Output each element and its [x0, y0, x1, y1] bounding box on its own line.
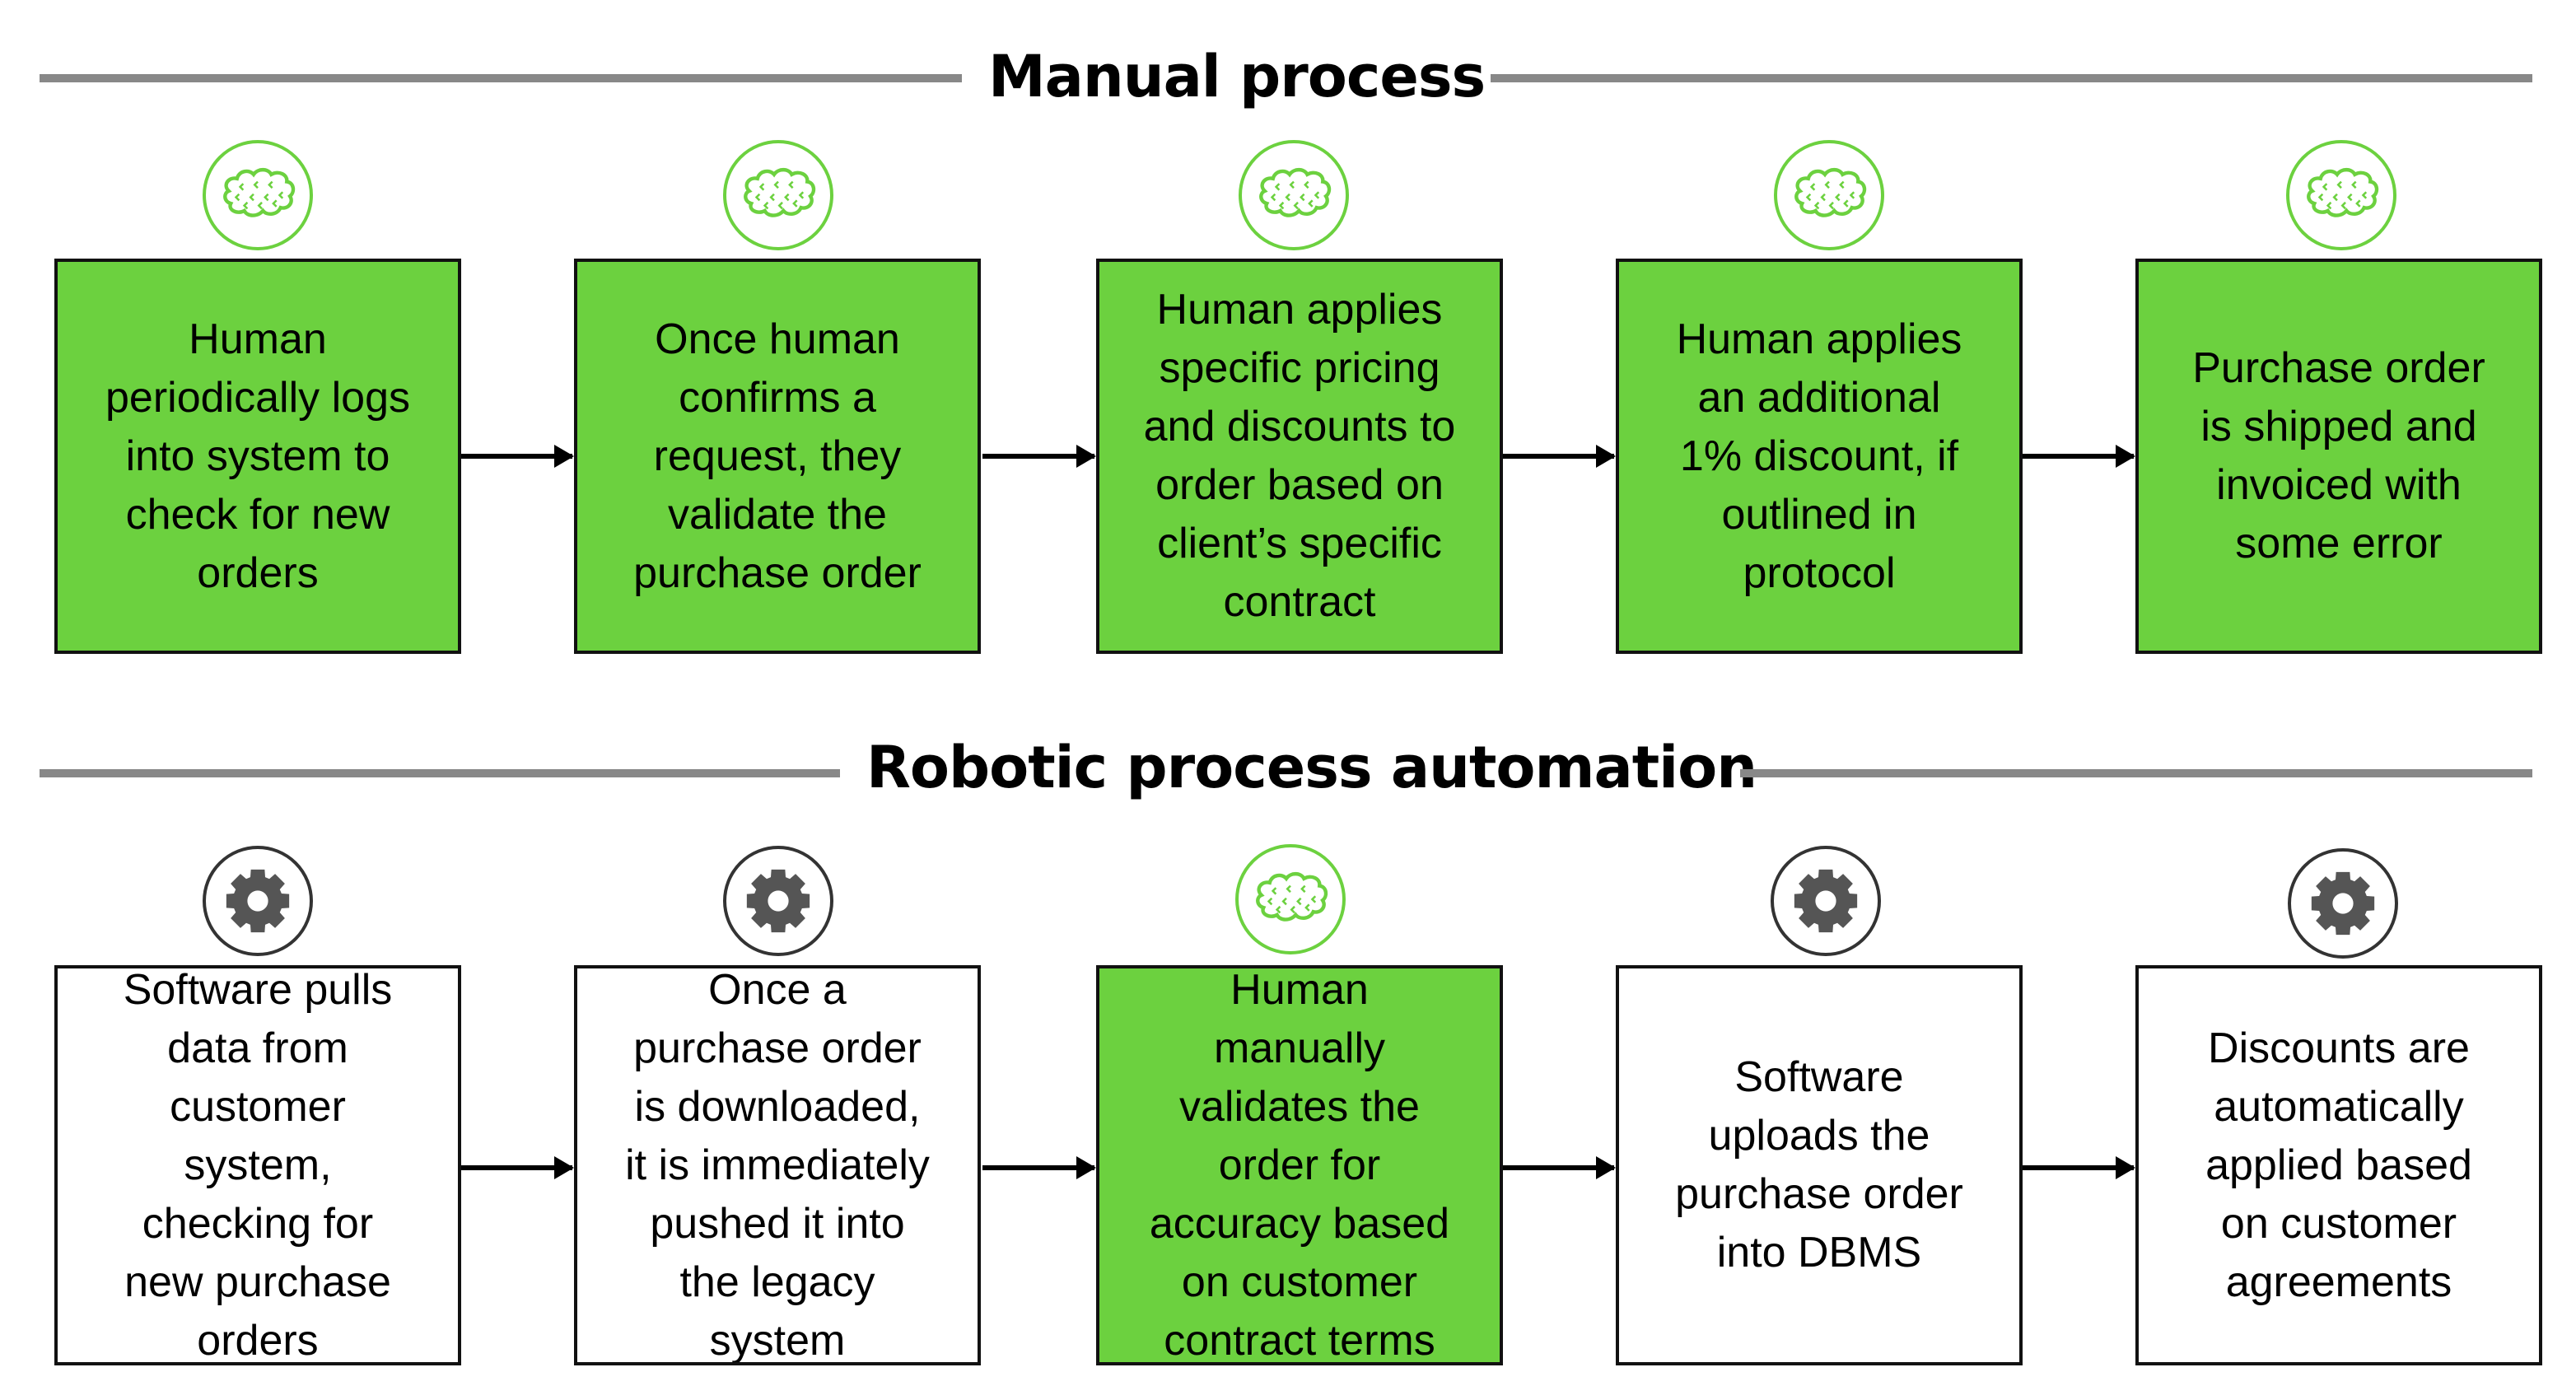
process-step-box: Human manually validates the order for a…: [1096, 965, 1503, 1365]
process-step-box: Once a purchase order is downloaded, it …: [574, 965, 981, 1365]
process-step-box: Human applies specific pricing and disco…: [1096, 259, 1503, 654]
divider-line-right: [1491, 74, 2532, 82]
divider-line-left: [40, 74, 962, 82]
brain-icon: [203, 140, 313, 250]
step-text: Discounts are automatically applied base…: [2205, 1024, 2472, 1306]
flow-arrow: [2023, 445, 2135, 468]
gear-icon: [1771, 846, 1881, 956]
divider-line-right: [1740, 769, 2532, 777]
process-step-box: Once human confirms a request, they vali…: [574, 259, 981, 654]
flow-arrow: [461, 1156, 574, 1179]
step-text: Human applies an additional 1% discount,…: [1676, 315, 1962, 597]
section-title: Manual process: [988, 43, 1486, 110]
process-step-box: Human periodically logs into system to c…: [54, 259, 461, 654]
process-step-box: Discounts are automatically applied base…: [2135, 965, 2542, 1365]
flow-arrow: [982, 445, 1096, 468]
flow-arrow: [461, 445, 574, 468]
flow-arrow: [982, 1156, 1096, 1179]
step-text: Software uploads the purchase order into…: [1675, 1053, 1963, 1276]
divider-line-left: [40, 769, 840, 777]
step-text: Human applies specific pricing and disco…: [1143, 286, 1456, 626]
brain-icon: [723, 140, 833, 250]
brain-icon: [1235, 844, 1346, 954]
flow-arrow: [1503, 1156, 1616, 1179]
brain-icon: [1774, 140, 1884, 250]
process-step-box: Human applies an additional 1% discount,…: [1616, 259, 2023, 654]
process-step-box: Purchase order is shipped and invoiced w…: [2135, 259, 2542, 654]
brain-icon: [2286, 140, 2396, 250]
step-text: Human periodically logs into system to c…: [105, 315, 410, 597]
step-text: Purchase order is shipped and invoiced w…: [2192, 344, 2485, 567]
step-text: Once a purchase order is downloaded, it …: [625, 965, 930, 1365]
gear-icon: [2288, 848, 2398, 959]
brain-icon: [1239, 140, 1349, 250]
step-text: Software pulls data from customer system…: [123, 965, 393, 1365]
gear-icon: [203, 846, 313, 956]
section-title: Robotic process automation: [866, 734, 1757, 801]
step-text: Human manually validates the order for a…: [1149, 965, 1450, 1365]
flow-arrow: [2023, 1156, 2135, 1179]
step-text: Once human confirms a request, they vali…: [633, 315, 922, 597]
gear-icon: [723, 846, 833, 956]
process-step-box: Software pulls data from customer system…: [54, 965, 461, 1365]
flow-arrow: [1503, 445, 1616, 468]
process-step-box: Software uploads the purchase order into…: [1616, 965, 2023, 1365]
